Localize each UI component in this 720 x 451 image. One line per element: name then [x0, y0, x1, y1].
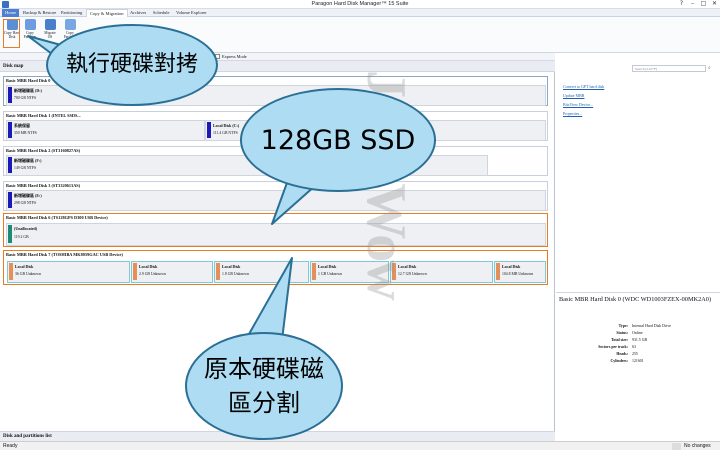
callout-copy-disk: 執行硬碟對拷: [46, 24, 218, 106]
callout-copy-disk-text: 執行硬碟對拷: [65, 52, 198, 77]
callout-ssd: 128GB SSD: [240, 88, 436, 192]
callout-ssd-text: 128GB SSD: [260, 124, 416, 156]
callout-original: 原本硬碟磁區分割: [185, 332, 343, 440]
callout-original-text: 原本硬碟磁區分割: [204, 355, 324, 417]
